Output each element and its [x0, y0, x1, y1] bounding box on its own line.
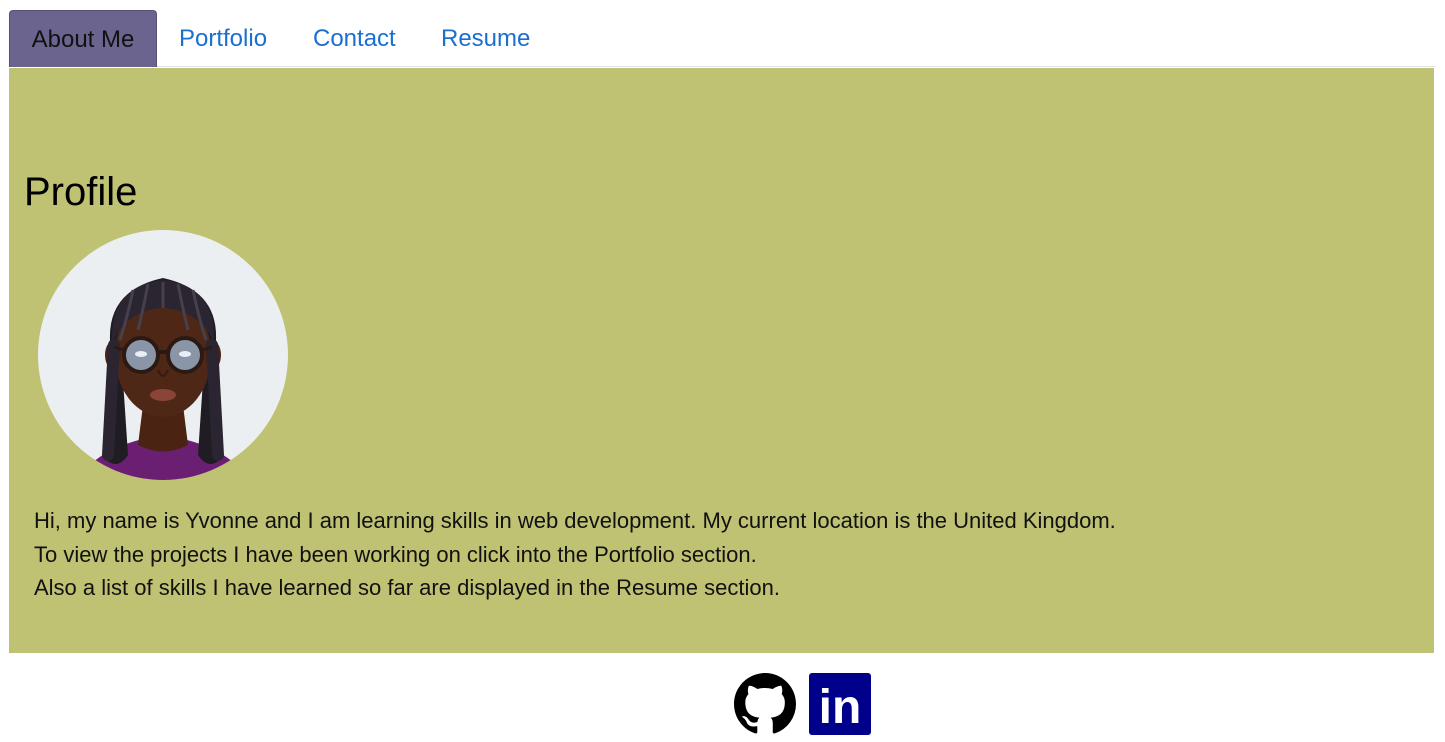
about-panel: Profile Hi, my name is Yvonne and I am l…: [9, 68, 1434, 653]
tab-contact[interactable]: Contact: [313, 10, 396, 67]
bio-line: Also a list of skills I have learned so …: [34, 575, 780, 600]
footer: in: [0, 653, 1445, 742]
linkedin-link[interactable]: in: [809, 673, 871, 735]
bio-line: To view the projects I have been working…: [34, 541, 757, 567]
bio-line: Hi, my name is Yvonne and I am learning …: [34, 508, 1116, 533]
main-nav: About Me Portfolio Contact Resume: [9, 10, 1435, 67]
tab-about-me[interactable]: About Me: [9, 10, 157, 67]
tab-portfolio[interactable]: Portfolio: [179, 10, 267, 67]
avatar: [38, 230, 288, 480]
bio-text: Hi, my name is Yvonne and I am learning …: [34, 504, 1116, 605]
profile-avatar-icon: [78, 278, 248, 480]
github-link[interactable]: [734, 673, 796, 735]
tab-resume[interactable]: Resume: [441, 10, 530, 67]
github-icon: [734, 673, 796, 734]
page-title: Profile: [24, 170, 138, 214]
linkedin-icon: in: [809, 673, 871, 735]
svg-text:in: in: [819, 681, 862, 734]
